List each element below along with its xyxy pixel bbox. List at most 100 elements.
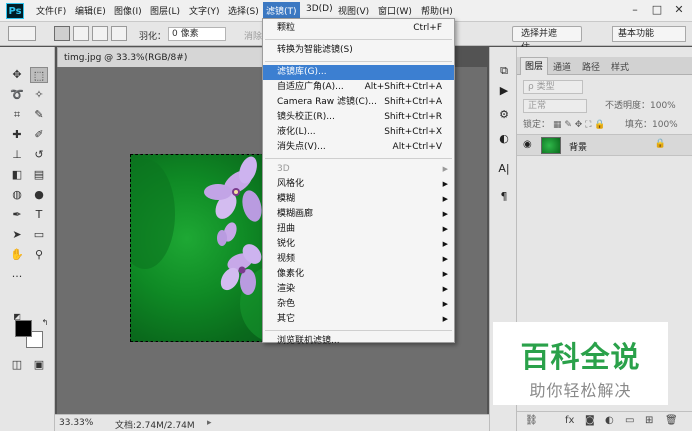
layer-style-icon[interactable]: fx	[565, 415, 574, 426]
blur-tool-icon[interactable]: ◍	[8, 187, 26, 203]
quick-mask-icon[interactable]: ◫	[8, 357, 26, 373]
magic-wand-tool-icon[interactable]: ✧	[30, 87, 48, 103]
workspace-select[interactable]: 基本功能	[612, 26, 686, 42]
tab-layers[interactable]: 图层	[520, 57, 549, 75]
zoom-level[interactable]: 33.33%	[59, 418, 93, 428]
character-panel-icon[interactable]: A|	[496, 161, 512, 177]
history-panel-icon[interactable]: ⧉	[496, 63, 512, 79]
filter-menu-item[interactable]: 锐化 ▶	[263, 237, 454, 252]
menu-window[interactable]: 窗口(W)	[378, 4, 412, 17]
tab-channels[interactable]: 通道	[553, 60, 571, 73]
filter-menu-item[interactable]: 液化(L)... Shift+Ctrl+X	[263, 125, 454, 140]
gradient-tool-icon[interactable]: ▤	[30, 167, 48, 183]
filter-menu-item[interactable]: 3D ▶	[263, 162, 454, 177]
filter-menu-item[interactable]: 转换为智能滤镜(S)	[263, 43, 454, 58]
filter-menu-item[interactable]: 像素化 ▶	[263, 267, 454, 282]
layer-name: 背景	[569, 143, 588, 153]
menu-edit[interactable]: 编辑(E)	[75, 4, 106, 17]
submenu-arrow-icon: ▶	[442, 195, 448, 203]
layer-row[interactable]: ◉ 背景 🔒	[517, 134, 692, 156]
filter-menu-item[interactable]: 视频 ▶	[263, 252, 454, 267]
filter-menu-item[interactable]: 扭曲 ▶	[263, 222, 454, 237]
screen-mode-icon[interactable]: ▣	[30, 357, 48, 373]
filter-menu-item[interactable]: 模糊画廊 ▶	[263, 207, 454, 222]
menu-image[interactable]: 图像(I)	[114, 4, 142, 17]
adjustments-panel-icon[interactable]: ◐	[496, 131, 512, 147]
menu-layer[interactable]: 图层(L)	[150, 4, 180, 17]
adjustment-layer-icon[interactable]: ◐	[605, 415, 614, 426]
edit-toolbar-icon[interactable]: ···	[8, 269, 26, 285]
new-layer-icon[interactable]: ⊞	[645, 415, 653, 426]
fill-field[interactable]: 填充：100%	[625, 119, 678, 134]
filter-menu-item[interactable]: 消失点(V)... Alt+Ctrl+V	[263, 140, 454, 155]
rectangular-marquee-tool-icon[interactable]: ⬚	[30, 67, 48, 83]
rectangle-tool-icon[interactable]: ▭	[30, 227, 48, 243]
close-window-icon[interactable]: ✕	[671, 3, 687, 16]
zoom-tool-icon[interactable]: ⚲	[30, 247, 48, 263]
blend-mode-select[interactable]: 正常	[523, 99, 587, 113]
subtract-selection-icon[interactable]	[92, 26, 108, 41]
lasso-tool-icon[interactable]: ➰	[8, 87, 26, 103]
filter-menu-item[interactable]: 杂色 ▶	[263, 297, 454, 312]
filter-menu-item[interactable]: 其它 ▶	[263, 312, 454, 327]
filter-menu-item[interactable]: 渲染 ▶	[263, 282, 454, 297]
filter-menu-item[interactable]: 滤镜库(G)...	[263, 65, 454, 80]
document-tab[interactable]: timg.jpg @ 33.3%(RGB/8#) ×	[57, 47, 295, 67]
menu-type[interactable]: 文字(Y)	[189, 4, 220, 17]
tab-paths[interactable]: 路径	[582, 60, 600, 73]
filter-menu-item-label: 滤镜库(G)...	[277, 67, 327, 77]
intersect-selection-icon[interactable]	[111, 26, 127, 41]
filter-menu-item[interactable]: 颗粒 Ctrl+F	[263, 21, 454, 36]
tab-styles[interactable]: 样式	[611, 60, 629, 73]
menu-filter[interactable]: 滤镜(T)	[263, 2, 300, 19]
lock-icons[interactable]: ▦ ✎ ✥ ⛶ 🔒	[553, 119, 606, 134]
new-selection-icon[interactable]	[54, 26, 70, 41]
eraser-tool-icon[interactable]: ◧	[8, 167, 26, 183]
menu-select[interactable]: 选择(S)	[228, 4, 259, 17]
filter-menu-item[interactable]: 镜头校正(R)... Shift+Ctrl+R	[263, 110, 454, 125]
filter-menu-item[interactable]: 自适应广角(A)... Alt+Shift+Ctrl+A	[263, 80, 454, 95]
healing-brush-tool-icon[interactable]: ✚	[8, 127, 26, 143]
link-layers-icon[interactable]: ⛓	[525, 415, 538, 426]
hand-tool-icon[interactable]: ✋	[8, 247, 26, 263]
filter-menu-item[interactable]: Camera Raw 滤镜(C)... Shift+Ctrl+A	[263, 95, 454, 110]
menu-view[interactable]: 视图(V)	[338, 4, 369, 17]
pen-tool-icon[interactable]: ✒	[8, 207, 26, 223]
clone-stamp-tool-icon[interactable]: ⊥	[8, 147, 26, 163]
brush-tool-icon[interactable]: ✐	[30, 127, 48, 143]
marquee-tool-preset-icon[interactable]	[8, 26, 36, 41]
properties-panel-icon[interactable]: ⚙	[496, 107, 512, 123]
delete-layer-icon[interactable]: 🗑	[665, 415, 678, 426]
add-selection-icon[interactable]	[73, 26, 89, 41]
layers-panel-footer: ⛓ fx ◙ ◐ ▭ ⊞ 🗑	[517, 411, 692, 431]
menu-help[interactable]: 帮助(H)	[421, 4, 453, 17]
maximize-icon[interactable]: □	[649, 3, 665, 16]
filter-menu-shortcut: Shift+Ctrl+X	[384, 127, 442, 137]
swap-colors-icon[interactable]: ↰	[36, 315, 54, 331]
minimize-icon[interactable]: –	[627, 3, 643, 16]
opacity-field[interactable]: 不透明度：100%	[605, 100, 676, 115]
select-and-mask-button[interactable]: 选择并遮住...	[512, 26, 582, 53]
status-menu-arrow-icon[interactable]: ▸	[207, 418, 212, 428]
history-brush-tool-icon[interactable]: ↺	[30, 147, 48, 163]
actions-panel-icon[interactable]: ▶	[496, 83, 512, 99]
eyedropper-tool-icon[interactable]: ✎	[30, 107, 48, 123]
filter-menu-item[interactable]: 模糊 ▶	[263, 192, 454, 207]
path-selection-tool-icon[interactable]: ➤	[8, 227, 26, 243]
menu-3d[interactable]: 3D(D)	[306, 4, 333, 14]
foreground-color-swatch[interactable]	[15, 320, 32, 337]
feather-input[interactable]: 0 像素	[168, 27, 226, 41]
crop-tool-icon[interactable]: ⌗	[8, 107, 26, 123]
move-tool-icon[interactable]: ✥	[8, 67, 26, 83]
filter-menu-item[interactable]: 浏览联机滤镜...	[263, 334, 454, 349]
layer-filter-select[interactable]: ρ 类型	[523, 80, 583, 94]
visibility-eye-icon[interactable]: ◉	[523, 139, 532, 150]
type-tool-icon[interactable]: T	[30, 207, 48, 223]
menu-file[interactable]: 文件(F)	[36, 4, 66, 17]
filter-menu-item[interactable]: 风格化 ▶	[263, 177, 454, 192]
new-group-icon[interactable]: ▭	[625, 415, 634, 426]
layer-mask-icon[interactable]: ◙	[585, 415, 595, 426]
paragraph-panel-icon[interactable]: ¶	[496, 189, 512, 205]
watermark-title: 百科全说	[520, 340, 641, 374]
dodge-tool-icon[interactable]: ●	[30, 187, 48, 203]
